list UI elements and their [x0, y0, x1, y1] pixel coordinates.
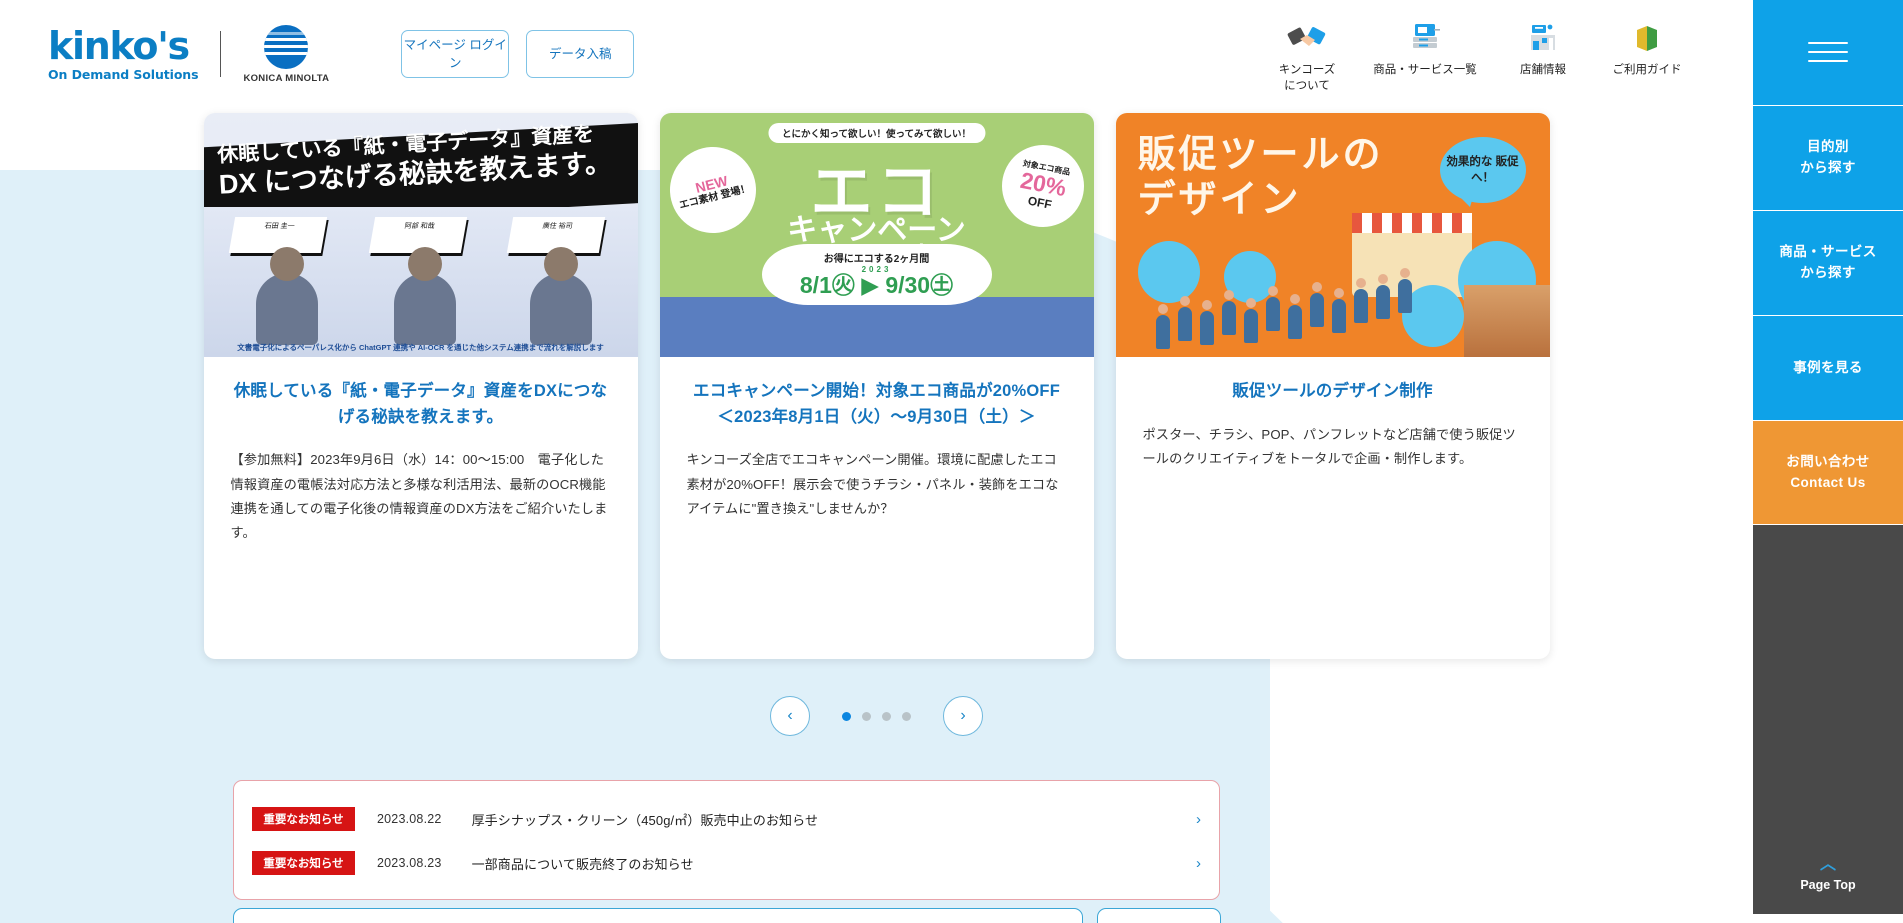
carousel-card-eco-campaign[interactable]: とにかく知って欲しい！使ってみて欲しい！ エコ キャンペーン ECOCampai…: [659, 113, 1094, 659]
card-title-dx-seminar: 休眠している『紙・電子データ』資産をDXにつなげる秘訣を教えます。: [233, 382, 608, 426]
speaker-badge-1: 石田 圭一: [228, 217, 327, 253]
carousel-next-button[interactable]: ›: [943, 696, 983, 736]
news-title: 厚手シナップス・クリーン（450g/㎡）販売中止のお知らせ: [471, 812, 819, 828]
promo-headline-line2: デザイン: [1137, 178, 1302, 221]
carousel-prev-button[interactable]: ‹: [770, 696, 810, 736]
eco-water-band: [659, 297, 1094, 357]
konica-minolta-wordmark: KONICA MINOLTA: [243, 72, 330, 84]
page-top-label: Page Top: [1800, 878, 1856, 892]
header-nav: キンコーズ について 商品・サービス一覧 店舗情報 ご利用ガイド: [1255, 13, 1699, 94]
card-title-promo-design: 販促ツールのデザイン制作: [1232, 382, 1433, 400]
card-image-promo-design: 販促ツールの デザイン 効果的な 販促へ！: [1115, 113, 1550, 357]
news-date: 2023.08.22: [377, 812, 442, 826]
card-desc-eco-campaign: キンコーズ全店でエコキャンペーン開催。環境に配慮したエコ素材が20%OFF！展示…: [686, 452, 1059, 516]
carousel-controls: ‹ ›: [0, 696, 1753, 736]
kinkos-logo-wordmark: kinko's: [48, 23, 190, 68]
card-image-eco-campaign: とにかく知って欲しい！使ってみて欲しい！ エコ キャンペーン ECOCampai…: [659, 113, 1094, 357]
store-icon: [1528, 17, 1558, 59]
promo-headline: 販促ツールの デザイン: [1138, 133, 1384, 223]
printer-icon: [1408, 17, 1442, 59]
logo-divider: [220, 31, 222, 77]
eco-new-badge: NEW エコ素材 登場！: [660, 137, 765, 243]
sidebar-item-case-studies[interactable]: 事例を見る: [1753, 316, 1903, 421]
brand-logo-group[interactable]: kinko's On Demand Solutions KONICA MINOL…: [48, 23, 330, 84]
carousel-dot-4[interactable]: [902, 711, 911, 721]
carousel-dot-3[interactable]: [882, 711, 891, 721]
eco-date-lead: お得にエコする2ヶ月間: [823, 254, 930, 265]
speaker-name-3: 廣住 裕司: [541, 223, 573, 230]
nav-item-stores-label: 店舗情報: [1520, 64, 1566, 77]
carousel-card-promo-design[interactable]: 販促ツールの デザイン 効果的な 販促へ！ 販促ツールのデザイン制作 ポスター、…: [1115, 113, 1550, 659]
eco-discount-off: OFF: [1026, 193, 1053, 212]
news-row[interactable]: 重要なお知らせ 2023.08.23 一部商品について販売終了のお知らせ ›: [234, 841, 1219, 885]
card-desc-promo-design: ポスター、チラシ、POP、パンフレットなど店舗で使う販促ツールのクリエイティブを…: [1142, 426, 1516, 466]
kinkos-logo[interactable]: kinko's On Demand Solutions: [48, 23, 199, 82]
speaker-photo-2: [393, 247, 456, 345]
data-submit-button[interactable]: データ入稿: [526, 30, 635, 78]
speaker-name-1: 石田 圭一: [263, 223, 295, 230]
sidebar-item-contact[interactable]: お問い合わせ Contact Us: [1753, 421, 1903, 525]
eco-discount-badge: 対象エコ商品 20% OFF: [994, 137, 1091, 235]
nav-item-stores[interactable]: 店舗情報: [1491, 13, 1595, 79]
card-body-eco-campaign: エコキャンペーン開始！対象エコ商品が20%OFF ＜2023年8月1日（火）〜9…: [660, 357, 1094, 551]
important-news-box: 重要なお知らせ 2023.08.22 厚手シナップス・クリーン（450g/㎡）販…: [233, 780, 1220, 900]
below-fold-panel-right[interactable]: [1097, 908, 1221, 923]
header-action-buttons: マイページ ログイン データ入稿: [401, 30, 635, 78]
carousel-dot-1[interactable]: [842, 711, 851, 721]
chevron-up-icon: ︿: [1819, 856, 1836, 873]
speaker-name-2: 阿部 和哉: [403, 223, 435, 230]
sidebar-item-search-by-purpose[interactable]: 目的別 から探す: [1753, 106, 1903, 211]
nav-item-products-label: 商品・サービス一覧: [1373, 64, 1477, 77]
nav-item-guide-label: ご利用ガイド: [1612, 64, 1682, 77]
handshake-icon: [1287, 17, 1327, 59]
promo-store-shelf: [1463, 285, 1550, 357]
speaker-photo-3: [529, 247, 592, 345]
page-top-button[interactable]: ︿ Page Top: [1753, 856, 1903, 893]
konica-minolta-logo[interactable]: KONICA MINOLTA: [243, 24, 330, 84]
nav-item-about-label: キンコーズ について: [1278, 64, 1336, 92]
eco-top-banner: とにかく知って欲しい！使ってみて欲しい！: [767, 123, 986, 143]
eco-date-bubble: お得にエコする2ヶ月間 2023 8/1㊋ ▶ 9/30㊏: [761, 244, 992, 305]
below-fold-panel-left[interactable]: [233, 908, 1083, 923]
chevron-right-icon: ›: [1196, 854, 1201, 872]
news-badge: 重要なお知らせ: [252, 851, 355, 875]
news-title: 一部商品について販売終了のお知らせ: [471, 856, 694, 872]
site-header: kinko's On Demand Solutions KONICA MINOL…: [0, 0, 1753, 108]
card-desc-dx-seminar: 【参加無料】2023年9月6日（水）14：00〜15:00 電子化した情報資産の…: [230, 452, 608, 541]
speaker-photo-1: [255, 247, 318, 345]
chevron-right-icon: ›: [1196, 810, 1201, 828]
mypage-login-button[interactable]: マイページ ログイン: [401, 30, 510, 78]
promo-speech-bubble: 効果的な 販促へ！: [1439, 137, 1526, 207]
kinkos-logo-tagline: On Demand Solutions: [48, 66, 199, 82]
hamburger-icon: [1808, 41, 1848, 64]
news-date: 2023.08.23: [377, 856, 442, 870]
news-badge: 重要なお知らせ: [252, 807, 355, 831]
menu-toggle-button[interactable]: [1753, 0, 1903, 106]
news-row[interactable]: 重要なお知らせ 2023.08.22 厚手シナップス・クリーン（450g/㎡）販…: [234, 797, 1219, 841]
sidebar-item-search-by-product[interactable]: 商品・サービス から探す: [1753, 211, 1903, 316]
carousel-dot-2[interactable]: [862, 711, 871, 721]
nav-item-products[interactable]: 商品・サービス一覧: [1359, 13, 1491, 79]
nav-item-about[interactable]: キンコーズ について: [1255, 13, 1359, 94]
page-root: kinko's On Demand Solutions KONICA MINOL…: [0, 0, 1903, 923]
promo-headline-line1: 販促ツールの: [1137, 134, 1384, 176]
book-icon: [1633, 17, 1661, 59]
sidebar-page-top-area[interactable]: ︿ Page Top: [1753, 525, 1903, 914]
card-body-dx-seminar: 休眠している『紙・電子データ』資産をDXにつなげる秘訣を教えます。 【参加無料】…: [204, 357, 638, 576]
card-title-eco-campaign: エコキャンペーン開始！対象エコ商品が20%OFF ＜2023年8月1日（火）〜9…: [693, 382, 1060, 426]
eco-date-range: 8/1㊋ ▶ 9/30㊏: [799, 272, 954, 298]
card-body-promo-design: 販促ツールのデザイン制作 ポスター、チラシ、POP、パンフレットなど店舗で使う販…: [1116, 357, 1550, 501]
carousel-dots: [842, 711, 911, 721]
promo-crowd-illustration: [1155, 268, 1416, 349]
carousel-card-dx-seminar[interactable]: 休眠している『紙・電子データ』資産を DX につなげる秘訣を教えます。 石田 圭…: [203, 113, 638, 659]
dx-image-caption: 文書電子化によるペーパレス化から ChatGPT 連携や AI-OCR を通じた…: [237, 343, 604, 352]
card-image-dx-seminar: 休眠している『紙・電子データ』資産を DX につなげる秘訣を教えます。 石田 圭…: [203, 113, 638, 357]
konica-minolta-globe-icon: [264, 24, 309, 69]
nav-item-guide[interactable]: ご利用ガイド: [1595, 13, 1699, 79]
carousel-cards: 休眠している『紙・電子データ』資産を DX につなげる秘訣を教えます。 石田 圭…: [0, 113, 1753, 659]
dx-people-background: 石田 圭一 阿部 和哉 廣住 裕司 文書電子化によるペーパレス化から ChatG…: [203, 207, 638, 357]
right-sidebar: 目的別 から探す 商品・サービス から探す 事例を見る お問い合わせ Conta…: [1753, 0, 1903, 923]
